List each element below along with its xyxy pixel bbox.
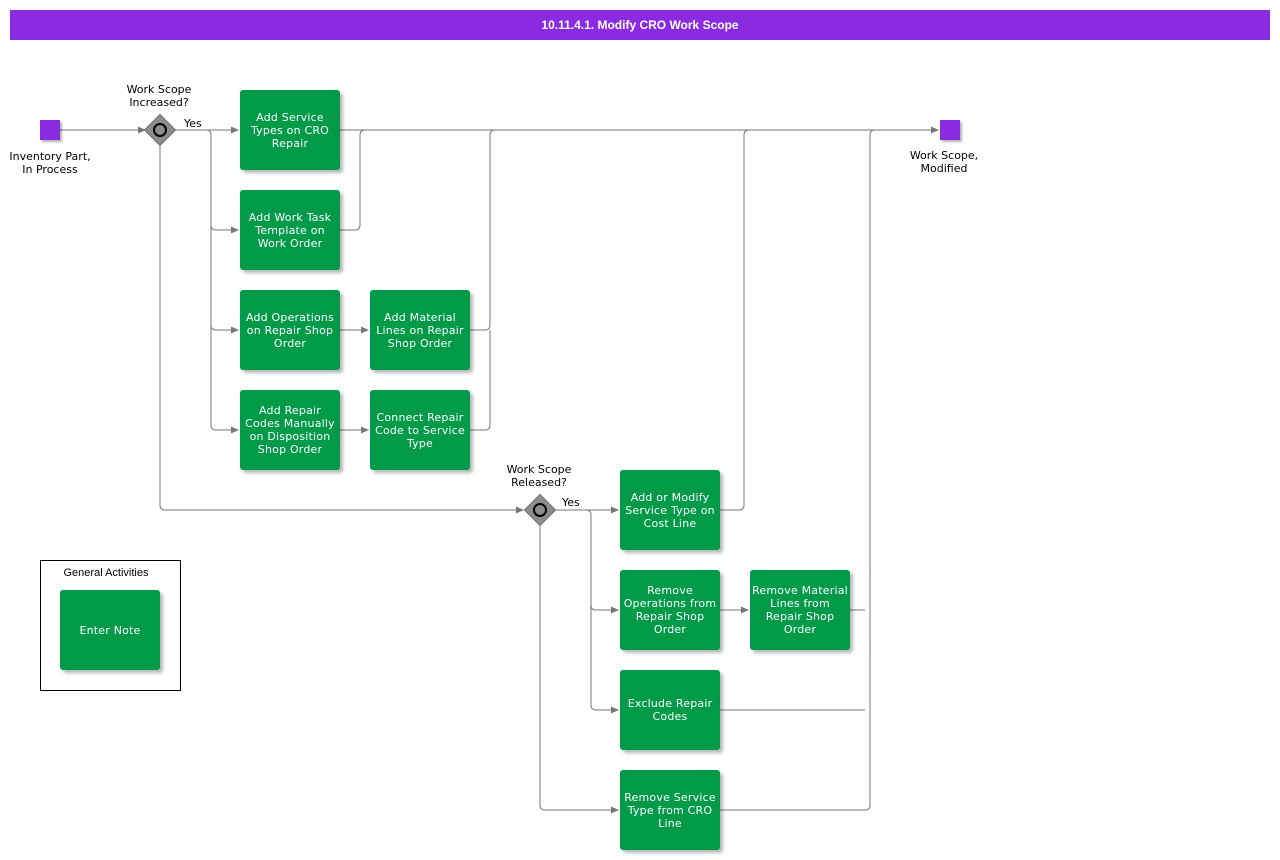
start-event-label: Inventory Part, In Process [9, 150, 91, 176]
gateway-2-label: Work Scope Released? [506, 463, 572, 489]
flow-t11-merge [720, 129, 876, 811]
flow-t2-merge [340, 129, 366, 231]
flow-t7-merge [720, 129, 750, 511]
gateway-1-label: Work Scope Increased? [126, 83, 192, 109]
start-event[interactable] [40, 120, 60, 140]
flow-trunk-to-t8 [590, 604, 619, 614]
task-add-operations[interactable]: Add Operations on Repair Shop Order [240, 290, 340, 370]
task-add-modify-service-type[interactable]: Add or Modify Service Type on Cost Line [620, 470, 720, 550]
flow-t6-merge [470, 330, 491, 431]
flow-trunk-to-t2 [210, 224, 239, 234]
task-remove-material-lines[interactable]: Remove Material Lines from Repair Shop O… [750, 570, 850, 650]
process-diagram: 10.11.4.1. Modify CRO Work Scope Invento… [0, 0, 1280, 860]
gateway-1 [143, 113, 177, 147]
flow-trunk-to-t3 [210, 324, 239, 334]
flow-gw2-to-t11 [539, 525, 619, 814]
gateway-2 [523, 493, 557, 527]
task-add-work-task-template[interactable]: Add Work Task Template on Work Order [240, 190, 340, 270]
flow-gw1-trunk [175, 129, 239, 434]
gateway-1-yes-label: Yes [184, 117, 202, 130]
general-activities-label: General Activities [63, 567, 149, 579]
task-connect-repair-code[interactable]: Connect Repair Code to Service Type [370, 390, 470, 470]
task-add-material-lines[interactable]: Add Material Lines on Repair Shop Order [370, 290, 470, 370]
end-event[interactable] [940, 120, 960, 140]
task-remove-operations[interactable]: Remove Operations from Repair Shop Order [620, 570, 720, 650]
task-exclude-repair-codes[interactable]: Exclude Repair Codes [620, 670, 720, 750]
end-event-label: Work Scope, Modified [909, 149, 979, 175]
task-remove-service-type[interactable]: Remove Service Type from CRO Line [620, 770, 720, 850]
gateway-2-yes-label: Yes [562, 496, 580, 509]
task-add-service-types[interactable]: Add Service Types on CRO Repair [240, 90, 340, 170]
task-add-repair-codes[interactable]: Add Repair Codes Manually on Disposition… [240, 390, 340, 470]
task-enter-note[interactable]: Enter Note [60, 590, 160, 670]
flow-t4-merge [470, 129, 496, 331]
